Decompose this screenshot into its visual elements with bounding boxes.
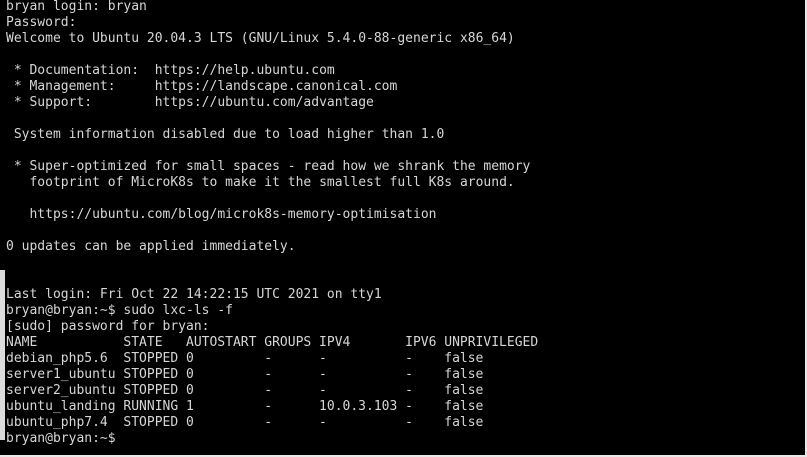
terminal-line: bryan@bryan:~$ sudo lxc-ls -f [6,303,233,318]
table-cell: - [264,415,273,430]
table-cell: NAME [6,335,38,350]
table-cell: 0 [186,351,194,366]
terminal-line: * Documentation: https://help.ubuntu.com [6,63,335,78]
table-cell: false [444,367,484,382]
table-cell: false [444,415,484,430]
terminal-line: Last login: Fri Oct 22 14:22:15 UTC 2021… [6,287,382,302]
shell-prompt[interactable]: bryan@bryan:~$ [6,431,538,447]
table-cell: - [405,351,413,366]
table-cell: 0 [186,415,194,430]
table-row: ubuntu_landing RUNNING 1-10.0.3.103- false [6,399,538,415]
terminal-line: * Super-optimized for small spaces - rea… [6,159,531,174]
table-cell: 0 [186,367,194,382]
table-cell: 10.0.3.103 [319,399,398,414]
table-cell: - [319,415,327,430]
table-row: ubuntu_php7.4 STOPPED 0 - - - false [6,415,538,431]
table-cell: IPV4 [319,335,351,350]
table-cell: - [319,367,327,382]
table-cell: STOPPED [123,415,179,430]
table-cell: false [444,399,484,414]
table-row: server1_ubuntu STOPPED 0 - - - false [6,367,538,383]
table-row: debian_php5.6 STOPPED 0 - - - false [6,351,538,367]
table-cell: - [405,383,413,398]
terminal-line: System information disabled due to load … [6,127,445,142]
terminal-line: [sudo] password for bryan: [6,319,210,334]
table-cell: STATE [123,335,163,350]
table-header-row: NAME STATE AUTOSTART GROUPS IPV4 IPV6 UNPRIVIL… [6,335,538,351]
table-cell: - [405,367,413,382]
table-cell: AUTOSTART [186,335,257,350]
table-cell: server2_ubuntu [6,383,116,398]
table-cell: ubuntu_landing [6,399,116,414]
table-cell: - [405,415,413,430]
table-cell: - [264,351,273,366]
table-cell: UNPRIVILEGED [444,335,539,350]
table-cell: STOPPED [123,367,179,382]
terminal-window[interactable]: bryan login: bryan Password: Welcome to Ub… [0,0,805,455]
table-cell: - [405,399,413,414]
table-cell: STOPPED [123,383,179,398]
table-cell: false [444,351,484,366]
terminal-line: * Management: https://landscape.canonica… [6,79,398,94]
terminal-line: bryan login: bryan [6,0,147,14]
table-cell: STOPPED [123,351,179,366]
terminal-output: bryan login: bryan Password: Welcome to Ub… [6,0,538,447]
table-cell: 0 [186,383,194,398]
terminal-line: footprint of MicroK8s to make it the sma… [6,175,515,190]
table-cell: GROUPS [264,335,312,350]
table-cell: debian_php5.6 [6,351,108,366]
table-cell: - [264,399,273,414]
table-cell: RUNNING [123,399,179,414]
table-cell: - [319,383,327,398]
terminal-line: Password: [6,15,77,30]
table-cell: - [264,383,273,398]
terminal-line: https://ubuntu.com/blog/microk8s-memory-… [6,207,437,222]
terminal-line: * Support: https://ubuntu.com/advantage [6,95,374,110]
terminal-line: 0 updates can be applied immediately. [6,239,296,254]
table-cell: false [444,383,484,398]
table-row: server2_ubuntu STOPPED 0 - - - false [6,383,538,399]
window-edge-left [0,270,5,440]
table-cell: - [319,351,327,366]
table-cell: 1 [186,399,194,414]
table-cell: IPV6 [405,335,437,350]
terminal-line: Welcome to Ubuntu 20.04.3 LTS (GNU/Linux… [6,31,515,46]
table-cell: server1_ubuntu [6,367,116,382]
table-cell: ubuntu_php7.4 [6,415,108,430]
table-cell: - [264,367,273,382]
